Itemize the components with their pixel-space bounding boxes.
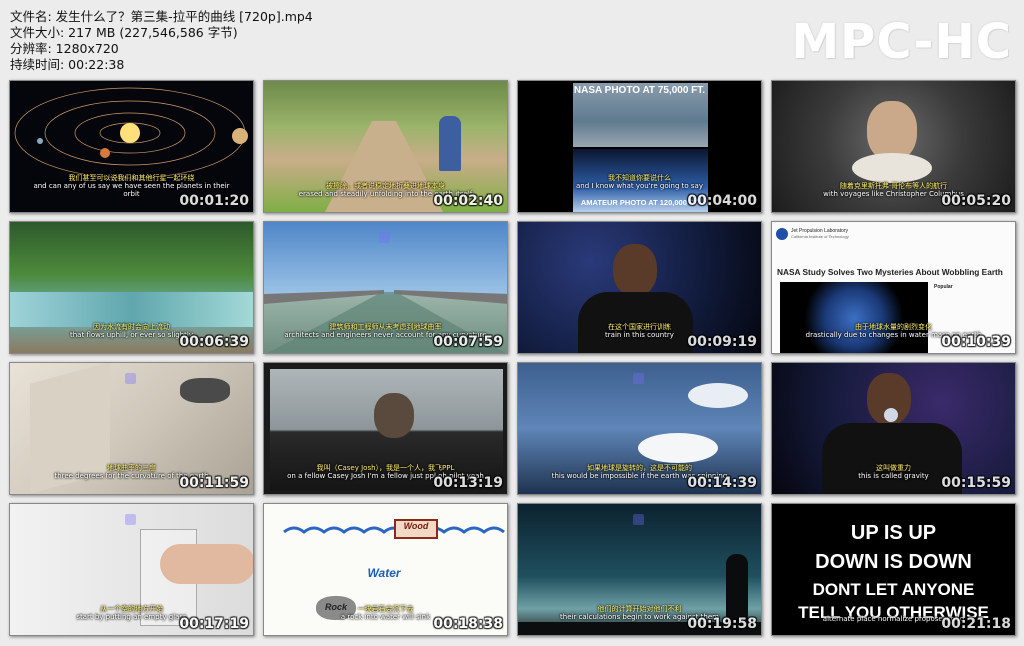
thumbnail-4[interactable]: 随着克里斯托弗·哥伦布等人的航行 with voyages like Christ… — [771, 80, 1016, 213]
thumbnail-16[interactable]: UP IS UP DOWN IS DOWN DONT LET ANYONE TE… — [771, 503, 1016, 636]
river-water — [10, 292, 253, 327]
subtitle: 我不知道你要说什么 and I know what you're going to… — [576, 174, 703, 190]
timestamp: 00:11:59 — [179, 475, 249, 491]
thumbnail-3[interactable]: NASA PHOTO AT 75,000 FT. AMATEUR PHOTO A… — [517, 80, 762, 213]
timestamp: 00:21:18 — [941, 616, 1011, 632]
cloud — [638, 433, 718, 463]
timestamp: 00:02:40 — [433, 193, 503, 209]
hand — [160, 544, 253, 584]
watermark-icon — [125, 373, 136, 384]
pilot-head — [374, 393, 414, 438]
child-figure — [439, 116, 461, 171]
thumbnail-8[interactable]: Jet Propulsion Laboratory California Ins… — [771, 221, 1016, 354]
presenter-head — [613, 244, 657, 296]
held-object — [884, 408, 898, 422]
filename-text: 文件名: 发生什么了？第三集-拉平的曲线 [720p].mp4 — [10, 9, 313, 24]
timestamp: 00:04:00 — [687, 193, 757, 209]
thumbnail-11[interactable]: 如果地球是旋转的，这是不可能的 this would be impossible … — [517, 362, 762, 495]
file-info: 文件名: 发生什么了？第三集-拉平的曲线 [720p].mp4 文件大小: 21… — [10, 9, 313, 73]
thumbnail-6[interactable]: 建筑师和工程师从未考虑到地球曲率 architects and engineers… — [263, 221, 508, 354]
popular-heading: Popular — [934, 284, 953, 290]
nasa-logo-icon — [776, 228, 788, 240]
timestamp: 00:05:20 — [941, 193, 1011, 209]
ruff-collar — [852, 153, 932, 183]
watermark-icon — [379, 232, 390, 243]
slogan-line-3: DONT LET ANYONE — [812, 580, 975, 599]
timestamp: 00:14:39 — [687, 475, 757, 491]
earth-image — [780, 282, 928, 353]
cloud — [688, 383, 748, 408]
thumbnail-7[interactable]: 在这个国家进行训练 train in this country 00:09:19 — [517, 221, 762, 354]
thumbnail-13[interactable]: 从一个空的地方开始 start by putting an empty glass… — [9, 503, 254, 636]
thumbnail-12[interactable]: 这叫做重力 this is called gravity 00:15:59 — [771, 362, 1016, 495]
thumbnail-1[interactable]: 我们甚至可以说我们和其他行星一起环绕 and can any of us say … — [9, 80, 254, 213]
timestamp: 00:07:59 — [433, 334, 503, 350]
thumbnail-14[interactable]: Wood Water Rock 一块岩石会沉下去 a rock into wate… — [263, 503, 508, 636]
slogan-line-1: UP IS UP — [850, 522, 937, 544]
water-label: Water — [367, 566, 401, 580]
thumbnail-15[interactable]: 他们的计算开始对他们不利 their calculations begin to … — [517, 503, 762, 636]
resolution-text: 分辨率: 1280x720 — [10, 41, 119, 56]
timestamp: 00:13:19 — [433, 475, 503, 491]
jpl-subheader: California Institute of Technology — [791, 234, 849, 239]
thumbnail-2[interactable]: 被擦除，或者说稳定地折叠进地球本身 erased and steadily unf… — [263, 80, 508, 213]
duration-text: 持续时间: 00:22:38 — [10, 57, 125, 72]
slogan-line-2: DOWN IS DOWN — [815, 551, 972, 573]
timestamp: 00:10:39 — [941, 334, 1011, 350]
article-title: NASA Study Solves Two Mysteries About Wo… — [777, 267, 1003, 277]
timestamp: 00:09:19 — [687, 334, 757, 350]
thumbnail-grid: 我们甚至可以说我们和其他行星一起环绕 and can any of us say … — [9, 80, 1016, 636]
watermark-icon — [633, 373, 644, 384]
thumbnail-9[interactable]: 地球曲率的三度 three degrees for the curvature o… — [9, 362, 254, 495]
brand-logo: MPC-HC — [791, 14, 1012, 70]
timestamp: 00:18:38 — [433, 616, 503, 632]
thumbnail-5[interactable]: 因为水流有时会向上流动 that flows uphill, or ever so… — [9, 221, 254, 354]
timestamp: 00:01:20 — [179, 193, 249, 209]
nasa-photo-label: NASA PHOTO AT 75,000 FT. — [573, 85, 706, 96]
portrait-face — [867, 101, 917, 161]
overhead-vent — [180, 378, 230, 403]
timestamp: 00:15:59 — [941, 475, 1011, 491]
timestamp: 00:19:58 — [687, 616, 757, 632]
watermark-icon — [125, 514, 136, 525]
wood-label: Wood — [403, 521, 429, 531]
watermark-icon — [633, 514, 644, 525]
thumbnail-10[interactable]: 我叫（Casey Josh），我是一个人，我飞PPL on a fellow Ca… — [263, 362, 508, 495]
timestamp: 00:06:39 — [179, 334, 249, 350]
timestamp: 00:17:19 — [179, 616, 249, 632]
filesize-text: 文件大小: 217 MB (227,546,586 字节) — [10, 25, 238, 40]
